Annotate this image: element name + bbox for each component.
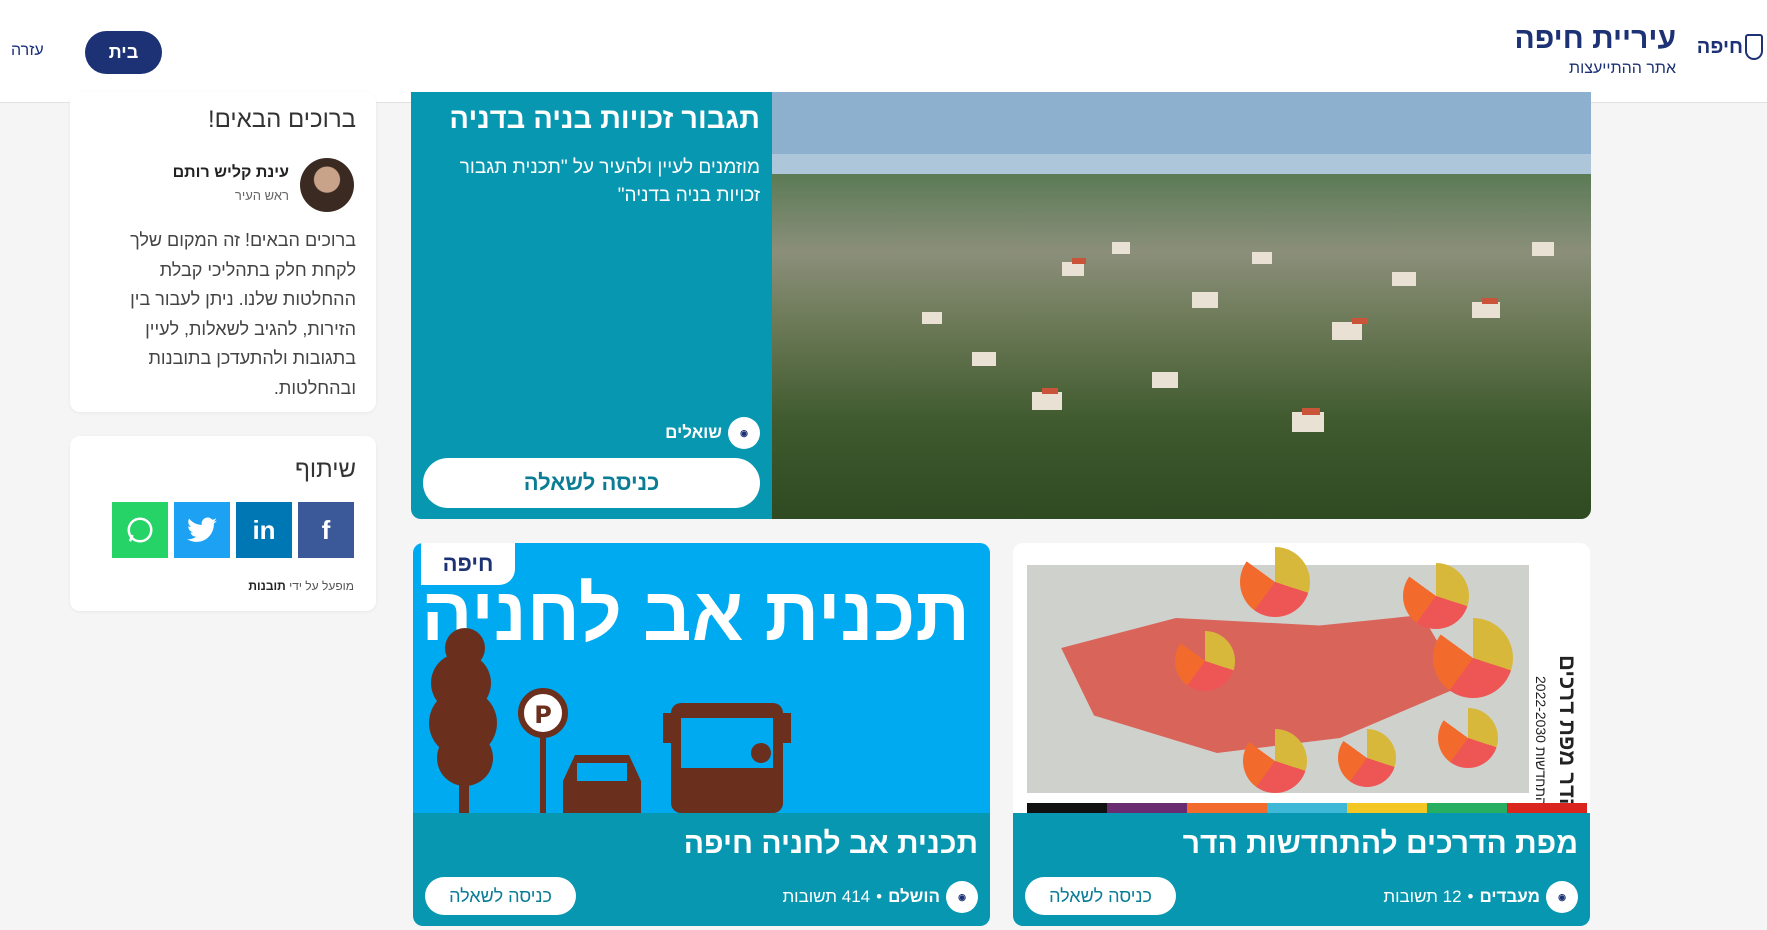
share-title: שיתוף bbox=[294, 456, 356, 483]
svg-text:P: P bbox=[534, 701, 552, 729]
share-card: שיתוף in f מופעל על ידי תובנות bbox=[70, 436, 376, 611]
enter-question-button[interactable]: כניסה לשאלה bbox=[1025, 877, 1176, 915]
enter-question-button[interactable]: כניסה לשאלה bbox=[425, 877, 576, 915]
hadar-roadmap-title[interactable]: מפת הדרכים להתחדשות הדר bbox=[1183, 827, 1578, 861]
mayor-name: עינת קליש רותם bbox=[172, 164, 289, 181]
haifa-badge-icon: ◉ bbox=[946, 881, 978, 913]
haifa-logo[interactable]: חיפה bbox=[1697, 34, 1763, 60]
welcome-title: ברוכים הבאים! bbox=[207, 106, 356, 133]
powered-brand[interactable]: תובנות bbox=[248, 579, 285, 593]
hero-card[interactable]: תגבור זכויות בניה בדניה מוזמנים לעיין ול… bbox=[411, 92, 1591, 519]
brand-subtitle: אתר ההתייעצות bbox=[1569, 60, 1676, 77]
welcome-card: ברוכים הבאים! עינת קליש רותם ראש העיר בר… bbox=[70, 92, 376, 412]
parking-plan-card[interactable]: חיפה תכנית אב לחניה P תכנית אב לחניה חיפ… bbox=[413, 543, 990, 926]
map-pie-chart bbox=[1175, 631, 1235, 691]
meta-separator: • bbox=[1467, 887, 1474, 906]
linkedin-icon: in bbox=[252, 514, 276, 545]
powered-by: מופעל על ידי תובנות bbox=[248, 579, 354, 593]
logo-text: חיפה bbox=[1696, 35, 1743, 58]
parking-plan-bar: תכנית אב לחניה חיפה ◉ הושלם • 414 תשובות… bbox=[413, 813, 990, 926]
parking-illustration: P bbox=[429, 628, 791, 813]
parking-plan-responses: 414 תשובות bbox=[782, 887, 871, 906]
brand-title[interactable]: עיריית חיפה bbox=[1514, 22, 1676, 56]
haifa-badge-icon: ◉ bbox=[1546, 881, 1578, 913]
facebook-share-button[interactable]: f bbox=[298, 502, 354, 558]
hero-status-label: שואלים bbox=[665, 423, 722, 442]
mayor-avatar bbox=[300, 158, 354, 212]
hero-description: מוזמנים לעיין ולהעיר על "תכנית תגבור זכו… bbox=[459, 157, 760, 206]
meta-separator: • bbox=[876, 887, 883, 906]
map-caption-sub: להתחדשות 2022-2030 bbox=[1533, 675, 1549, 813]
whatsapp-share-button[interactable] bbox=[112, 502, 168, 558]
whatsapp-icon bbox=[127, 517, 153, 543]
map-pie-chart bbox=[1243, 729, 1307, 793]
linkedin-share-button[interactable]: in bbox=[236, 502, 292, 558]
mayor-role: ראש העיר bbox=[234, 188, 289, 203]
twitter-share-button[interactable] bbox=[174, 502, 230, 558]
facebook-icon: f bbox=[321, 514, 331, 545]
parking-plan-status: הושלם bbox=[888, 887, 940, 906]
site-header: עזרה בית עיריית חיפה אתר ההתייעצות חיפה bbox=[0, 0, 1767, 103]
map-legend bbox=[1027, 803, 1587, 813]
map-caption: הדר מפת דרכים להתחדשות 2022-2030 bbox=[1528, 643, 1580, 813]
city-emblem-icon bbox=[1745, 34, 1763, 60]
map-pie-chart bbox=[1433, 618, 1513, 698]
hillside-photo bbox=[772, 92, 1591, 432]
hero-title[interactable]: תגבור זכויות בניה בדניה bbox=[449, 103, 760, 136]
hero-panel: תגבור זכויות בניה בדניה מוזמנים לעיין ול… bbox=[411, 92, 772, 519]
powered-prefix: מופעל על ידי bbox=[289, 579, 354, 593]
hadar-roadmap-meta: ◉ מעבדים • 12 תשובות bbox=[1383, 881, 1578, 913]
parking-plan-poster: חיפה תכנית אב לחניה P bbox=[413, 543, 990, 813]
map-pie-chart bbox=[1403, 563, 1469, 629]
hadar-roadmap-responses: 12 תשובות bbox=[1383, 887, 1462, 906]
hero-status: ◉ שואלים bbox=[665, 417, 760, 449]
welcome-text: ברוכים הבאים! זה המקום שלך לקחת חלק בתהל… bbox=[130, 230, 356, 398]
haifa-badge-icon: ◉ bbox=[728, 417, 760, 449]
parking-plan-title[interactable]: תכנית אב לחניה חיפה bbox=[684, 827, 978, 861]
map-pie-chart bbox=[1240, 547, 1310, 617]
map-pie-chart bbox=[1438, 708, 1498, 768]
social-buttons: in f bbox=[112, 502, 354, 558]
twitter-icon bbox=[187, 517, 217, 542]
hadar-roadmap-status: מעבדים bbox=[1479, 887, 1541, 906]
map-pie-chart bbox=[1338, 729, 1396, 787]
help-link[interactable]: עזרה bbox=[11, 42, 44, 60]
hadar-roadmap-bar: מפת הדרכים להתחדשות הדר ◉ מעבדים • 12 תש… bbox=[1013, 813, 1590, 926]
hadar-roadmap-map: הדר מפת דרכים להתחדשות 2022-2030 bbox=[1013, 543, 1590, 813]
hadar-roadmap-card[interactable]: הדר מפת דרכים להתחדשות 2022-2030 מפת הדר… bbox=[1013, 543, 1590, 926]
home-button[interactable]: בית bbox=[85, 31, 162, 74]
parking-plan-meta: ◉ הושלם • 414 תשובות bbox=[782, 881, 978, 913]
enter-question-button[interactable]: כניסה לשאלה bbox=[423, 458, 760, 508]
map-caption-main: הדר מפת דרכים bbox=[1555, 655, 1580, 813]
hero-photo bbox=[772, 92, 1591, 519]
